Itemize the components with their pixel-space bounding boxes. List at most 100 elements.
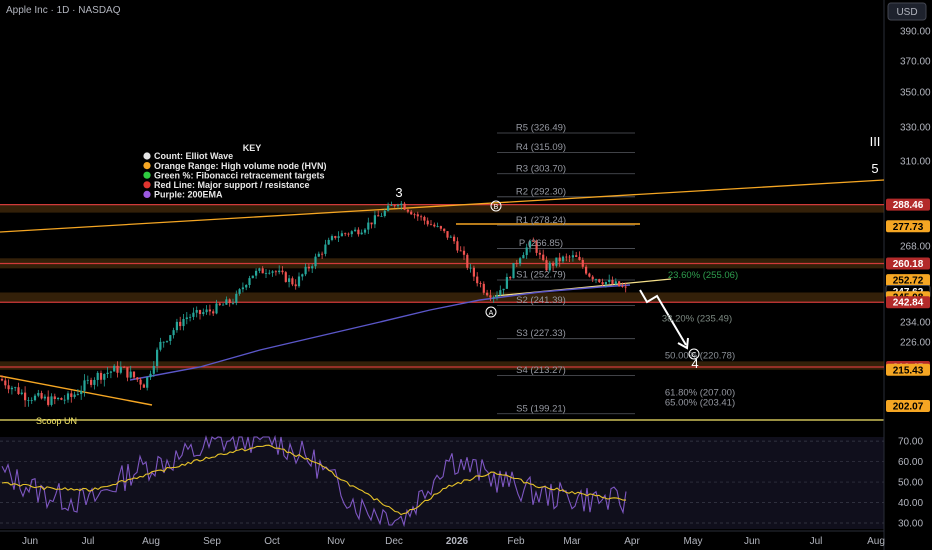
- price-tick: 350.00: [900, 88, 931, 99]
- candle-body: [53, 396, 56, 399]
- key-dot: [143, 181, 151, 189]
- key-dot: [143, 190, 151, 198]
- key-item-label: Orange Range: High volume node (HVN): [154, 161, 327, 171]
- candle-body: [568, 256, 571, 258]
- cut-annotation: Scoop UN: [36, 416, 77, 426]
- candle-body: [198, 310, 202, 315]
- rsi-band: [0, 437, 884, 529]
- candle-body: [311, 266, 314, 269]
- candle-body: [614, 281, 617, 284]
- candle-body: [175, 321, 178, 331]
- candle-body: [80, 390, 83, 395]
- time-tick: Jul: [810, 536, 823, 547]
- candle-body: [235, 293, 238, 303]
- price-tick: 234.00: [900, 318, 931, 329]
- candle-body: [288, 278, 291, 282]
- price-tick: 370.00: [900, 57, 931, 68]
- candle-body: [149, 373, 152, 378]
- candle-body: [360, 232, 363, 235]
- candle-body: [231, 302, 235, 304]
- rsi-tick: 30.00: [898, 519, 923, 530]
- candle-body: [126, 367, 129, 378]
- key-item-label: Purple: 200EMA: [154, 190, 223, 200]
- candle-body: [37, 392, 40, 396]
- candle-body: [509, 277, 512, 279]
- candle-body: [433, 224, 436, 227]
- candle-body: [502, 288, 505, 291]
- chart-canvas[interactable]: Apple Inc · 1D · NASDAQ USD R5 (326.49) R…: [0, 0, 932, 550]
- candle-body: [281, 270, 284, 273]
- candle-body: [330, 236, 334, 240]
- candle-body: [4, 380, 7, 386]
- candle-body: [90, 379, 93, 385]
- candle-body: [512, 263, 515, 279]
- candle-body: [156, 349, 159, 366]
- candle-body: [413, 214, 416, 216]
- hvn-zone: [0, 292, 884, 303]
- pivot-label: R1 (278.24): [516, 215, 566, 226]
- candle-body: [169, 335, 172, 341]
- candle-body: [76, 394, 79, 395]
- candle-body: [30, 400, 33, 401]
- candle-body: [43, 396, 46, 399]
- candle-body: [396, 205, 400, 207]
- candle-body: [370, 222, 373, 225]
- candle-body: [482, 283, 485, 293]
- candle-body: [106, 372, 109, 374]
- candle-body: [555, 257, 558, 266]
- candle-body: [499, 290, 502, 296]
- time-tick: Jul: [82, 536, 95, 547]
- candle-body: [47, 396, 50, 405]
- candle-body: [185, 317, 188, 320]
- candle-body: [561, 256, 565, 262]
- candle-body: [222, 304, 225, 306]
- candle-body: [10, 387, 13, 390]
- candle-body: [489, 295, 492, 298]
- candle-body: [17, 387, 20, 394]
- fib-label: 50.00% (220.78): [665, 351, 735, 362]
- candle-body: [278, 270, 281, 273]
- time-tick: Sep: [203, 536, 221, 547]
- candle-body: [116, 365, 119, 373]
- candle-body: [189, 316, 192, 318]
- symbol-title: Apple Inc · 1D · NASDAQ: [6, 5, 121, 16]
- candle-body: [274, 271, 277, 273]
- candle-body: [208, 309, 211, 312]
- candle-body: [324, 244, 327, 254]
- candle-body: [367, 222, 370, 230]
- candle-body: [27, 400, 30, 401]
- candle-body: [258, 268, 261, 271]
- currency-button[interactable]: USD: [887, 2, 927, 21]
- time-axis[interactable]: Jun Jul Aug Sep Oct Nov Dec 2026 Feb Mar Apr May Jun…: [22, 536, 885, 547]
- candle-body: [139, 379, 142, 385]
- candle-body: [93, 379, 96, 385]
- candle-body: [505, 277, 508, 289]
- candle-body: [350, 231, 353, 235]
- candle-body: [297, 276, 301, 287]
- candle-body: [611, 279, 614, 284]
- candle-body: [393, 205, 396, 207]
- candle-body: [195, 310, 198, 313]
- candle-body: [387, 205, 390, 211]
- candle-body: [588, 273, 591, 277]
- time-tick: Apr: [624, 536, 640, 547]
- candle-body: [459, 250, 462, 252]
- candle-body: [212, 311, 215, 314]
- price-tick: 268.00: [900, 242, 931, 253]
- candle-body: [142, 384, 145, 388]
- candle-body: [462, 250, 466, 255]
- key-dot: [143, 162, 151, 170]
- candle-body: [63, 399, 66, 401]
- candle-body: [50, 396, 53, 405]
- candle-body: [621, 286, 624, 287]
- candle-body: [538, 252, 541, 255]
- candle-body: [357, 229, 360, 235]
- candle-body: [60, 398, 63, 400]
- candle-body: [225, 299, 228, 305]
- candle-body: [103, 373, 106, 380]
- candle-body: [268, 272, 271, 274]
- candle-body: [344, 233, 347, 235]
- candle-body: [96, 372, 99, 380]
- candle-body: [182, 319, 185, 327]
- candle-body: [515, 263, 518, 264]
